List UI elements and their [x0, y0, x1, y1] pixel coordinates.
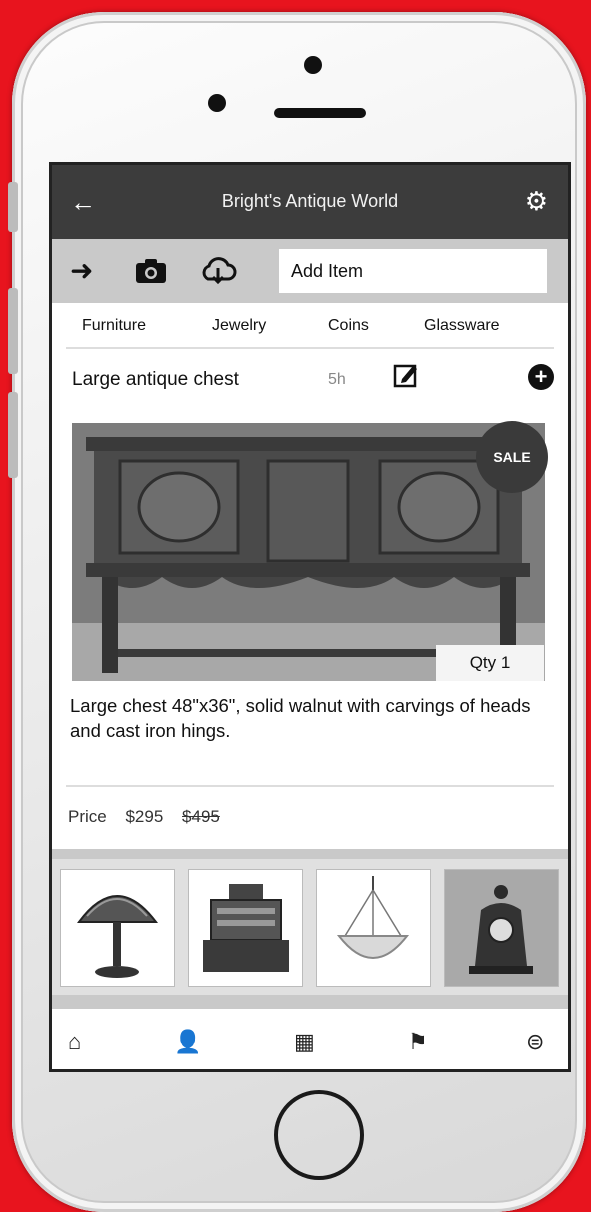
chandelier-icon	[336, 876, 410, 959]
quantity-label[interactable]: Qty 1	[436, 645, 544, 681]
clock-icon	[469, 885, 533, 974]
antique-chest-image	[72, 423, 545, 681]
thumbnail-tiffany-lamp[interactable]	[60, 869, 175, 987]
add-circle-icon[interactable]: +	[528, 364, 554, 390]
home-icon[interactable]: ⌂	[68, 1029, 81, 1055]
app-title: Bright's Antique World	[221, 191, 399, 211]
price-sale: $295	[125, 807, 164, 826]
separator-band	[52, 849, 568, 859]
volume-down-button	[8, 288, 18, 374]
home-button[interactable]	[274, 1090, 364, 1180]
tab-jewelry[interactable]: Jewelry	[212, 317, 266, 335]
sensor-dot	[208, 94, 226, 112]
action-toolbar: ➜	[52, 239, 568, 303]
item-photo[interactable]	[72, 423, 545, 681]
price-label: Price	[68, 807, 107, 826]
app-screen: ← Bright's Antique World ⚙ ➜ Furniture J…	[49, 162, 571, 1072]
bottom-nav: ⌂ 👤 ▦ ⚑ ⊜	[52, 1011, 568, 1069]
thumbnail-chandelier[interactable]	[316, 869, 431, 987]
price-original: $495	[182, 807, 220, 826]
divider	[66, 347, 554, 349]
forward-arrow-icon[interactable]: ➜	[70, 253, 93, 289]
item-header: Large antique chest 5h +	[52, 355, 568, 399]
side-button	[8, 392, 18, 478]
tab-furniture[interactable]: Furniture	[82, 317, 146, 335]
earpiece-speaker	[274, 108, 366, 118]
thumbnail-cash-register[interactable]	[188, 869, 303, 987]
sale-badge: SALE	[476, 421, 548, 493]
front-camera	[304, 56, 322, 74]
item-age: 5h	[328, 371, 346, 388]
tab-coins[interactable]: Coins	[328, 317, 369, 335]
thumbnail-mantel-clock[interactable]	[444, 869, 559, 987]
tab-glassware[interactable]: Glassware	[424, 317, 500, 335]
volume-up-button	[8, 182, 18, 232]
user-icon[interactable]: 👤	[174, 1029, 201, 1055]
camera-icon[interactable]	[134, 257, 168, 285]
cloud-download-icon[interactable]	[198, 257, 238, 285]
divider	[66, 785, 554, 787]
lamp-icon	[77, 895, 159, 978]
cash-register-icon	[203, 884, 289, 972]
edit-icon[interactable]	[392, 361, 420, 389]
bag-icon[interactable]: ▦	[294, 1029, 315, 1055]
top-bar: ← Bright's Antique World ⚙	[52, 165, 568, 239]
item-title: Large antique chest	[72, 369, 239, 390]
separator-band	[52, 995, 568, 1009]
item-description: Large chest 48"x36", solid walnut with c…	[70, 695, 531, 741]
thumbnail-strip	[52, 859, 568, 995]
price-row: Price $295 $495	[68, 807, 234, 827]
bell-icon[interactable]: ⚑	[408, 1029, 428, 1055]
menu-icon[interactable]: ⊜	[526, 1029, 544, 1055]
gear-icon[interactable]: ⚙	[525, 186, 548, 217]
category-tabs: Furniture Jewelry Coins Glassware	[52, 305, 568, 347]
add-item-input[interactable]	[279, 249, 547, 293]
